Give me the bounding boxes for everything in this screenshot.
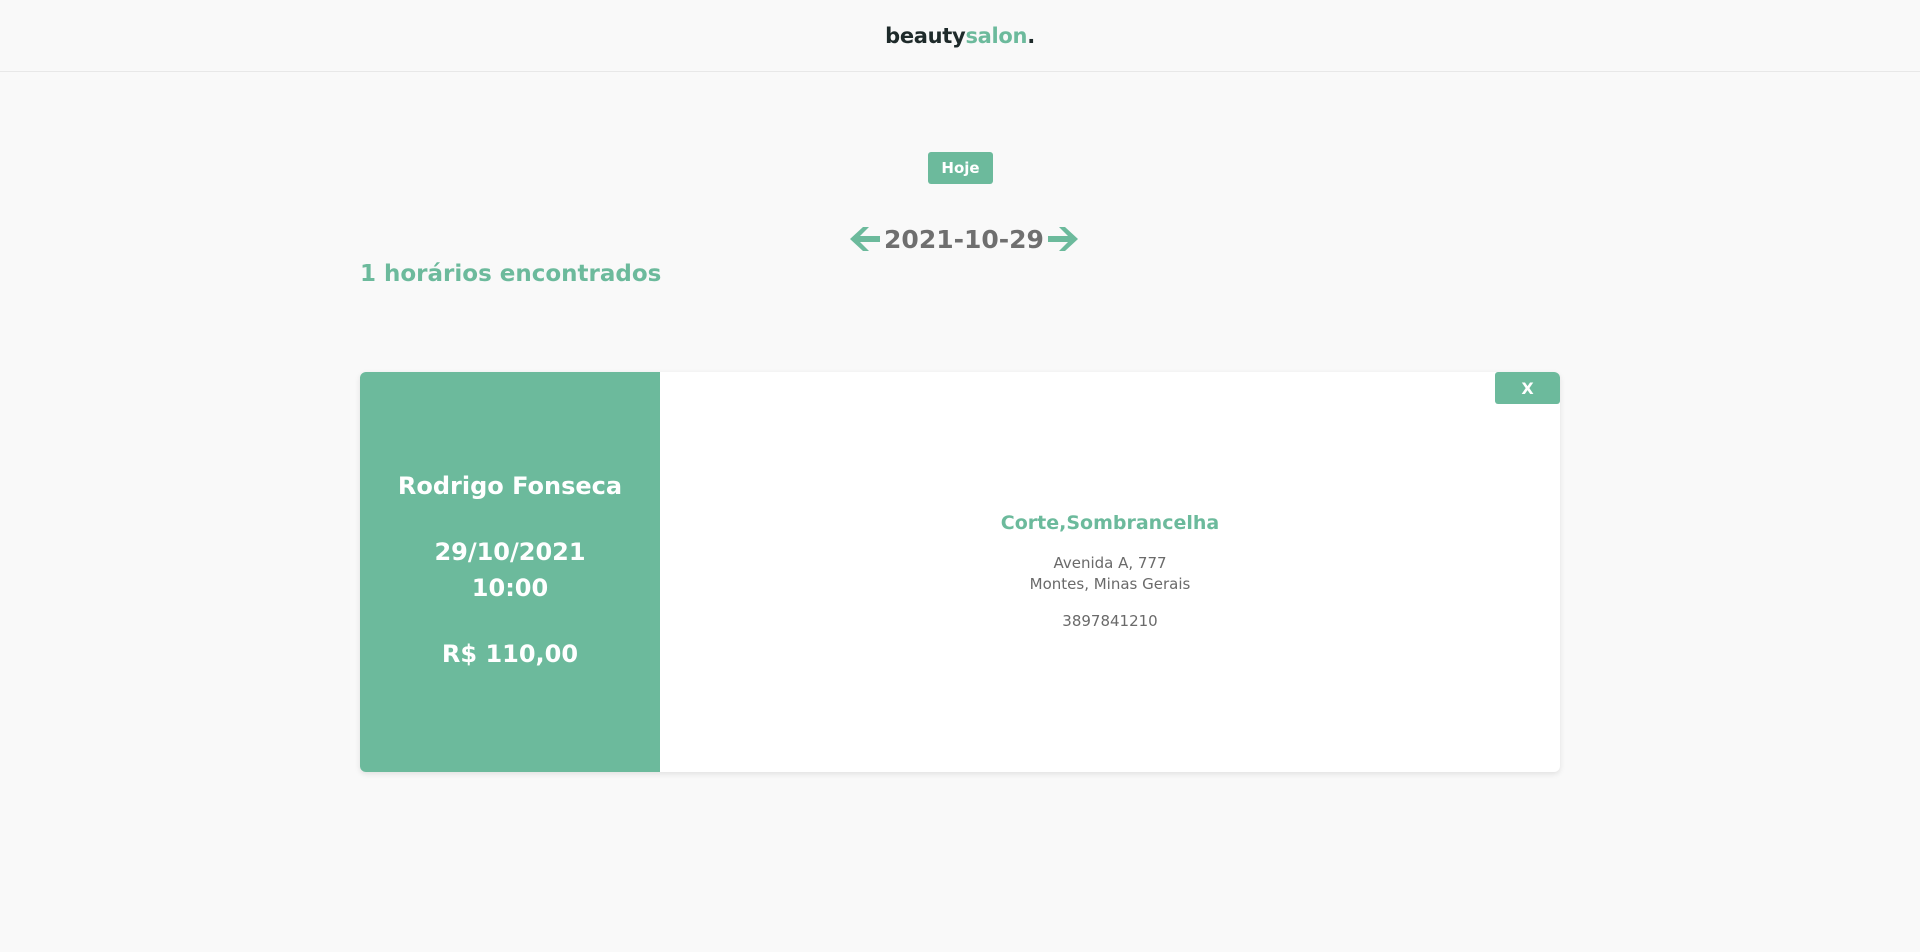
appointment-price: R$ 110,00 xyxy=(441,640,579,668)
brand-logo[interactable]: beautysalon. xyxy=(885,24,1035,48)
logo-text-beauty: beauty xyxy=(885,23,966,48)
appointment-summary-panel: Rodrigo Fonseca 29/10/2021 10:00 R$ 110,… xyxy=(360,372,660,772)
client-phone: 3897841210 xyxy=(1062,612,1158,630)
arrow-left-icon[interactable] xyxy=(848,224,882,254)
appointment-date: 29/10/2021 xyxy=(434,538,586,566)
appointment-card: Rodrigo Fonseca 29/10/2021 10:00 R$ 110,… xyxy=(360,372,1560,772)
today-button[interactable]: Hoje xyxy=(928,152,993,184)
arrow-right-icon[interactable] xyxy=(1046,224,1080,254)
cancel-appointment-button[interactable]: X xyxy=(1495,372,1560,404)
client-name: Rodrigo Fonseca xyxy=(397,472,623,500)
current-date: 2021-10-29 xyxy=(884,225,1044,254)
address-line-1: Avenida A, 777 xyxy=(1053,554,1167,572)
date-navigator: 2021-10-29 xyxy=(848,222,1080,258)
results-count: 1 horários encontrados xyxy=(360,261,662,287)
logo-text-dot: . xyxy=(1027,23,1035,48)
services-list: Corte,Sombrancelha xyxy=(1000,512,1220,534)
appointment-details-panel: Corte,Sombrancelha Avenida A, 777 Montes… xyxy=(660,372,1560,772)
address-line-2: Montes, Minas Gerais xyxy=(1029,575,1191,593)
logo-text-salon: salon xyxy=(965,23,1028,48)
appointment-time: 10:00 xyxy=(471,574,549,602)
top-bar: beautysalon. xyxy=(0,0,1920,72)
